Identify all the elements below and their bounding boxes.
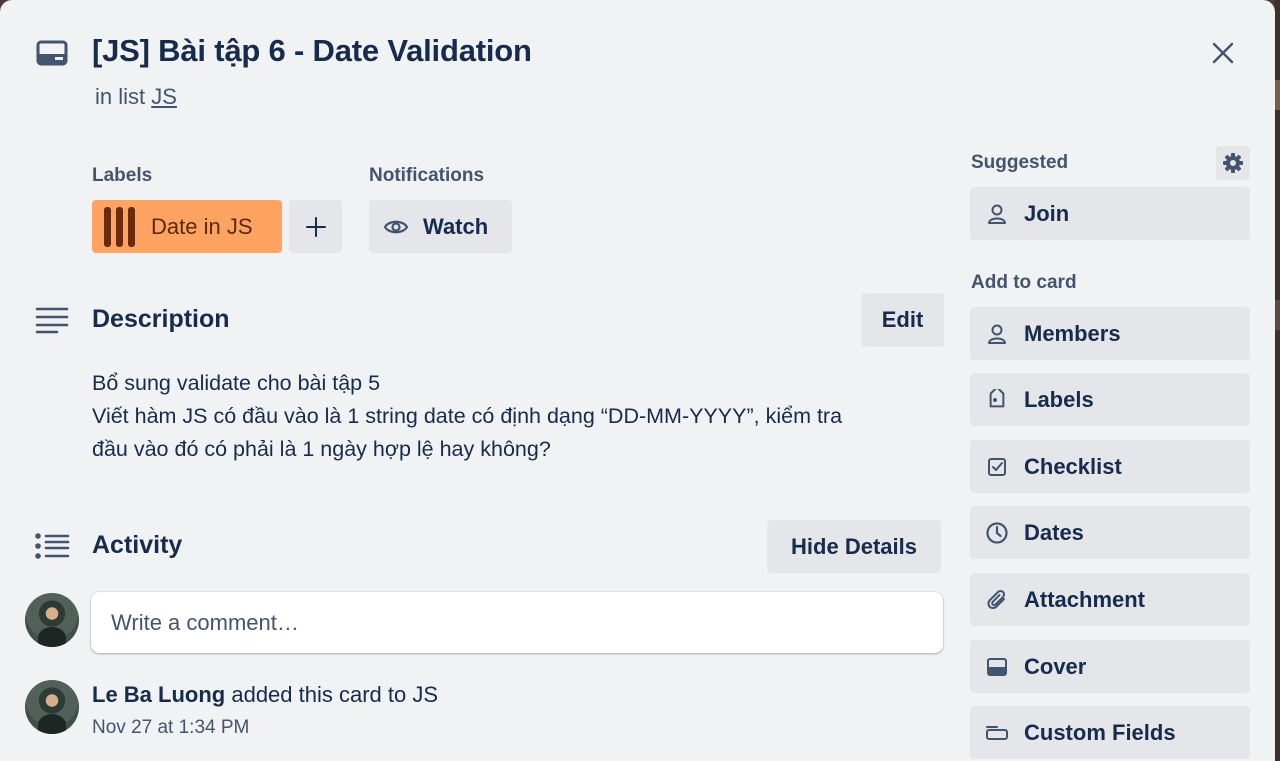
activity-timestamp[interactable]: Nov 27 at 1:34 PM bbox=[92, 717, 249, 739]
notifications-heading: Notifications bbox=[369, 165, 485, 186]
person-icon bbox=[985, 202, 1009, 226]
labels-button[interactable]: Labels bbox=[970, 373, 1250, 426]
card-title[interactable]: [JS] Bài tập 6 - Date Validation bbox=[92, 33, 532, 69]
close-icon bbox=[1212, 42, 1234, 64]
checklist-button[interactable]: Checklist bbox=[970, 440, 1250, 493]
close-button[interactable] bbox=[1200, 30, 1246, 76]
join-button[interactable]: Join bbox=[970, 187, 1250, 240]
description-line-3: đầu vào đó có phải là 1 ngày hợp lệ hay … bbox=[92, 437, 551, 461]
label-chip[interactable]: Date in JS bbox=[92, 200, 282, 253]
members-button[interactable]: Members bbox=[970, 307, 1250, 360]
custom-fields-button[interactable]: Custom Fields bbox=[970, 706, 1250, 759]
person-icon bbox=[985, 322, 1009, 346]
card-detail-modal: [JS] Bài tập 6 - Date Validation in list… bbox=[0, 0, 1275, 761]
checklist-label: Checklist bbox=[1024, 453, 1122, 479]
activity-action: added this card to JS bbox=[231, 682, 439, 707]
join-label: Join bbox=[1024, 200, 1070, 226]
cover-icon bbox=[985, 655, 1009, 679]
description-icon bbox=[35, 306, 71, 336]
tag-icon bbox=[985, 388, 1009, 412]
checkbox-icon bbox=[985, 455, 1009, 479]
members-label: Members bbox=[1024, 320, 1121, 346]
activity-user[interactable]: Le Ba Luong bbox=[92, 682, 225, 707]
gear-icon bbox=[1223, 153, 1243, 173]
activity-avatar[interactable] bbox=[25, 680, 79, 734]
suggested-settings-button[interactable] bbox=[1216, 146, 1250, 180]
card-icon bbox=[36, 40, 68, 66]
avatar bbox=[25, 593, 79, 647]
labels-label: Labels bbox=[1024, 386, 1094, 412]
suggested-heading: Suggested bbox=[971, 152, 1069, 173]
description-line-2: Viết hàm JS có đầu vào là 1 string date … bbox=[92, 404, 843, 428]
label-chip-text: Date in JS bbox=[151, 213, 253, 239]
labels-heading: Labels bbox=[92, 165, 153, 186]
edit-description-button[interactable]: Edit bbox=[861, 293, 944, 347]
board-background-edge bbox=[1275, 0, 1280, 761]
in-list-text: in list JS bbox=[95, 84, 177, 110]
in-list-prefix: in list bbox=[95, 84, 146, 109]
eye-icon bbox=[383, 220, 409, 233]
watch-label: Watch bbox=[423, 213, 489, 239]
list-link[interactable]: JS bbox=[151, 84, 177, 109]
paperclip-icon bbox=[985, 588, 1009, 612]
add-to-card-heading: Add to card bbox=[971, 272, 1077, 293]
description-heading: Description bbox=[92, 305, 230, 333]
custom-fields-icon bbox=[985, 721, 1009, 745]
label-pattern-icon bbox=[104, 206, 135, 247]
cover-label: Cover bbox=[1024, 653, 1087, 679]
activity-heading: Activity bbox=[92, 531, 183, 559]
clock-icon bbox=[985, 521, 1009, 545]
cover-button[interactable]: Cover bbox=[970, 640, 1250, 693]
description-line-1: Bổ sung validate cho bài tập 5 bbox=[92, 371, 381, 395]
custom-fields-label: Custom Fields bbox=[1024, 719, 1176, 745]
dates-label: Dates bbox=[1024, 519, 1084, 545]
hide-details-button[interactable]: Hide Details bbox=[767, 520, 941, 573]
attachment-label: Attachment bbox=[1024, 586, 1146, 612]
activity-icon bbox=[34, 532, 70, 562]
attachment-button[interactable]: Attachment bbox=[970, 573, 1250, 626]
plus-icon bbox=[305, 216, 326, 237]
comment-input[interactable]: Write a comment… bbox=[91, 592, 943, 653]
watch-button[interactable]: Watch bbox=[369, 200, 512, 253]
activity-entry: Le Ba Luong added this card to JS bbox=[92, 682, 438, 708]
add-label-button[interactable] bbox=[289, 200, 342, 253]
dates-button[interactable]: Dates bbox=[970, 506, 1250, 559]
